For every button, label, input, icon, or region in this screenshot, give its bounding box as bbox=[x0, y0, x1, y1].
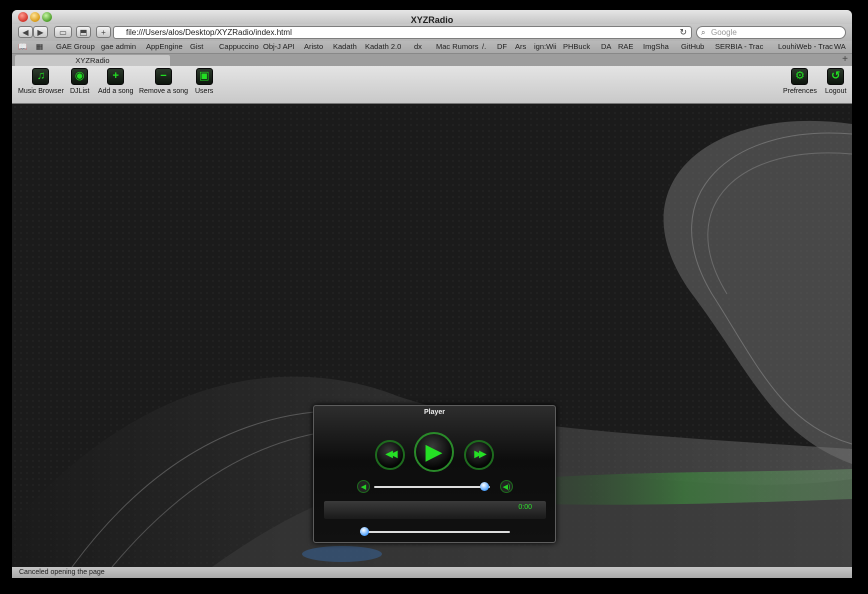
bookmark-item[interactable]: DA bbox=[601, 41, 611, 53]
back-button[interactable]: ◀ bbox=[18, 26, 33, 38]
reading-list-icon[interactable]: 📖 bbox=[18, 41, 27, 53]
bookmark-item[interactable]: Gist bbox=[190, 41, 203, 53]
toolbar-button-djlist[interactable]: ◉ DJList bbox=[70, 68, 89, 95]
search-field[interactable]: ⌕ Google bbox=[696, 26, 846, 39]
bookmark-item[interactable]: /. bbox=[482, 41, 486, 53]
add-icon: + bbox=[107, 68, 125, 85]
volume-slider-knob[interactable] bbox=[480, 482, 490, 491]
volume-low-icon[interactable]: ◀ bbox=[357, 480, 370, 493]
bookmark-item[interactable]: Ars bbox=[515, 41, 526, 53]
music-note-icon: ♫ bbox=[32, 68, 50, 85]
bookmark-item[interactable]: Kadath 2.0 bbox=[365, 41, 401, 53]
seek-slider-knob[interactable] bbox=[360, 527, 369, 536]
bookmark-item[interactable]: Aristo bbox=[304, 41, 323, 53]
toolbar-button-label: Remove a song bbox=[139, 88, 189, 95]
dj-list-icon: ◉ bbox=[71, 68, 89, 85]
preferences-icon: ⚙ bbox=[791, 68, 809, 85]
bookmark-item[interactable]: LouhiWeb - Trac bbox=[778, 41, 833, 53]
search-icon: ⌕ bbox=[701, 28, 706, 37]
toolbar-button-label: Music Browser bbox=[18, 88, 64, 95]
status-bar: Canceled opening the page bbox=[12, 567, 852, 578]
toolbar-button-users[interactable]: ▣ Users bbox=[195, 68, 213, 95]
bookmark-item[interactable]: dx bbox=[414, 41, 422, 53]
bookmark-item[interactable]: ign:Wii bbox=[534, 41, 557, 53]
bookmark-item[interactable]: GAE Group bbox=[56, 41, 95, 53]
bookmark-item[interactable]: Cappuccino bbox=[219, 41, 259, 53]
logout-icon: ↺ bbox=[827, 68, 845, 85]
bookmark-item[interactable]: gae admin bbox=[101, 41, 136, 53]
bookmark-item[interactable]: Obj-J API bbox=[263, 41, 295, 53]
toolbar-button-music-browser[interactable]: ♫ Music Browser bbox=[18, 68, 64, 95]
remove-icon: − bbox=[155, 68, 173, 85]
search-placeholder: Google bbox=[711, 28, 737, 37]
bookmark-item[interactable]: GitHub bbox=[681, 41, 704, 53]
bookmark-item[interactable]: Mac Rumors bbox=[436, 41, 479, 53]
address-bar[interactable]: file:///Users/alos/Desktop/XYZRadio/inde… bbox=[113, 26, 692, 39]
close-window-button[interactable] bbox=[18, 12, 28, 22]
users-icon: ▣ bbox=[195, 68, 213, 85]
toolbar-button-label: Logout bbox=[825, 88, 847, 95]
reload-icon[interactable]: ↻ bbox=[679, 27, 687, 38]
bookmark-item[interactable]: WA bbox=[834, 41, 846, 53]
bookmark-icon[interactable]: ⬒ bbox=[76, 26, 91, 38]
toolbar-button-prefrences[interactable]: ⚙ Prefrences bbox=[783, 68, 817, 95]
bookmarks-bar: 📖 ▦ GAE Group gae admin AppEngine Gist Cappu… bbox=[12, 41, 852, 54]
add-bookmark-button[interactable]: + bbox=[96, 26, 111, 38]
title-bar: XYZRadio bbox=[12, 10, 852, 25]
status-text: Canceled opening the page bbox=[19, 569, 105, 576]
toolbar-button-label: Users bbox=[195, 88, 214, 95]
tab-bar: XYZRadio + bbox=[12, 54, 852, 66]
bookmark-item[interactable]: RAE bbox=[618, 41, 633, 53]
play-button[interactable]: ▶ bbox=[414, 432, 454, 472]
bookmark-item[interactable]: SERBIA - Trac bbox=[715, 41, 763, 53]
toolbar-button-label: DJList bbox=[70, 88, 90, 95]
bookmark-item[interactable]: PHBuck bbox=[563, 41, 590, 53]
bookmark-item[interactable]: DF bbox=[497, 41, 507, 53]
fast-forward-button[interactable]: ▶▶ bbox=[464, 440, 494, 470]
toolbar-button-label: Add a song bbox=[98, 88, 134, 95]
top-sites-icon[interactable]: ▦ bbox=[36, 41, 43, 53]
bookmark-item[interactable]: ImgSha bbox=[643, 41, 669, 53]
rewind-button[interactable]: ◀◀ bbox=[375, 440, 405, 470]
new-tab-button[interactable]: + bbox=[842, 54, 848, 65]
screenshot-icon[interactable]: ▭ bbox=[54, 26, 72, 38]
elapsed-time: 0:00 bbox=[518, 504, 532, 511]
volume-high-icon[interactable]: ◀) bbox=[500, 480, 513, 493]
url-text: file:///Users/alos/Desktop/XYZRadio/inde… bbox=[126, 28, 292, 37]
toolbar-button-add-a-song[interactable]: + Add a song bbox=[98, 68, 133, 95]
player-title: Player bbox=[423, 409, 446, 416]
time-display: 0:00 bbox=[324, 501, 546, 519]
toolbar-button-logout[interactable]: ↺ Logout bbox=[825, 68, 846, 95]
bookmark-item[interactable]: Kadath bbox=[333, 41, 357, 53]
volume-slider[interactable] bbox=[374, 486, 490, 488]
minimize-window-button[interactable] bbox=[30, 12, 40, 22]
bookmark-item[interactable]: AppEngine bbox=[146, 41, 183, 53]
player-panel: Player ◀◀ ▶ ▶▶ ◀ ◀) 0:00 bbox=[313, 405, 556, 543]
navigation-toolbar: ◀ ▶ ▭ ⬒ + file:///Users/alos/Desktop/XYZ… bbox=[12, 24, 852, 41]
toolbar-button-remove-a-song[interactable]: − Remove a song bbox=[139, 68, 188, 95]
forward-button[interactable]: ▶ bbox=[33, 26, 48, 38]
app-toolbar: ♫ Music Browser ◉ DJList + Add a song − Remove … bbox=[12, 66, 852, 104]
tab-xyzradio[interactable]: XYZRadio bbox=[15, 55, 170, 66]
zoom-window-button[interactable] bbox=[42, 12, 52, 22]
toolbar-button-label: Prefrences bbox=[783, 88, 817, 95]
seek-slider[interactable] bbox=[360, 531, 510, 533]
